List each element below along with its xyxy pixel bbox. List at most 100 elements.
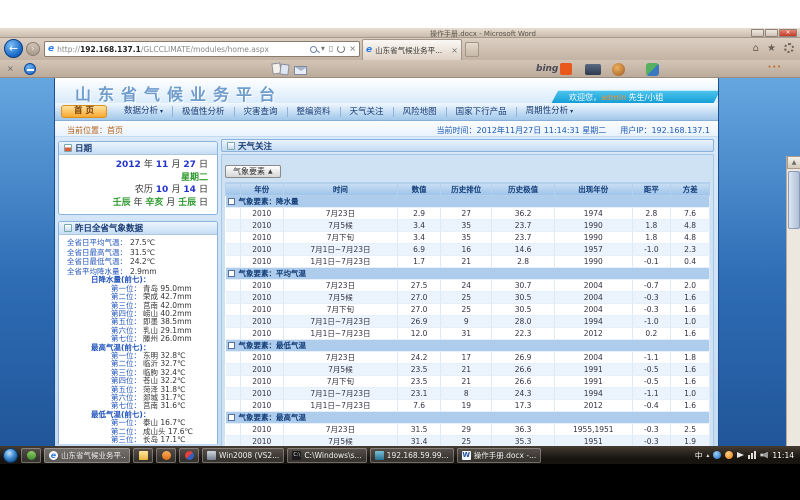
clock[interactable]: 11:14	[772, 451, 794, 460]
table-cell: 7月5候	[284, 436, 398, 447]
tab-title[interactable]: 山东省气候业务平...	[375, 45, 448, 56]
table-cell: 27	[441, 208, 492, 220]
search-icon[interactable]	[310, 46, 317, 53]
table-cell: 24.3	[492, 388, 555, 400]
home-icon[interactable]: ⌂	[753, 43, 759, 55]
address-bar[interactable]: e http://192.168.137.1/GLCCLIMATE/module…	[44, 41, 360, 57]
compatibility-icon[interactable]: ▯	[329, 45, 333, 53]
nav-item-3[interactable]: 极值性分析	[173, 107, 235, 117]
back-button[interactable]: ←	[4, 39, 23, 58]
system-tray: 中 ▴ 11:14	[695, 450, 797, 461]
tab-close-icon[interactable]: ×	[451, 46, 458, 55]
close-button[interactable]: ×	[779, 29, 797, 37]
taskbar-rdp-window[interactable]: 192.168.59.99...	[370, 448, 454, 463]
camera-addon-icon[interactable]	[585, 64, 601, 75]
toolbar-close-icon[interactable]: ×	[7, 64, 14, 73]
date-segment: 月	[163, 198, 178, 208]
show-hidden-icons-icon[interactable]: ▴	[706, 452, 709, 459]
start-button[interactable]	[3, 448, 18, 463]
action-center-flag-icon[interactable]	[737, 452, 744, 458]
nav-item-2[interactable]: 数据分析▾	[115, 106, 173, 117]
table-cell: 31.5	[397, 424, 441, 436]
element-filter-button[interactable]: 气象要素▲	[225, 165, 281, 178]
taskbar-shield-icon[interactable]	[21, 448, 41, 463]
taskbar-ie-window[interactable]: e山东省气候业务平...	[44, 448, 130, 463]
table-cell: -0.7	[632, 280, 671, 292]
table-cell: 35.3	[492, 436, 555, 447]
nav-item-8[interactable]: 国家下行产品	[447, 107, 517, 117]
table-cell	[226, 364, 241, 376]
tools-gear-icon[interactable]	[784, 43, 794, 53]
paw-addon-icon[interactable]	[612, 63, 625, 76]
nav-item-6[interactable]: 天气关注	[341, 107, 394, 117]
forward-button[interactable]: ›	[26, 42, 40, 56]
group-checkbox[interactable]	[228, 342, 235, 349]
maximize-button[interactable]	[765, 29, 778, 37]
table-row: 20101月1日~7月23日12.03122.320120.21.6	[226, 328, 710, 340]
group-cell: 气象要素：最高气温	[226, 412, 710, 424]
url-text[interactable]: http://192.168.137.1/GLCCLIMATE/modules/…	[57, 45, 269, 54]
page-viewport: 山东省气候业务平台 欢迎您，admin 先生/小姐 首 页数据分析▾极值性分析灾…	[0, 78, 800, 446]
date-segment: 月	[171, 160, 183, 170]
volume-icon[interactable]	[760, 452, 768, 459]
date-segment: 11	[156, 160, 172, 170]
nav-item-5[interactable]: 整编资料	[288, 107, 341, 117]
globe-addon-icon[interactable]	[646, 63, 659, 76]
group-checkbox[interactable]	[228, 270, 235, 277]
network-icon[interactable]	[748, 451, 756, 459]
taskbar-app-media-icon[interactable]	[179, 448, 199, 463]
taskbar-button-label: Win2008 (VS2...	[219, 451, 279, 460]
new-tab-button[interactable]	[465, 42, 479, 57]
letterbox-top	[0, 0, 800, 28]
rank-label: 第四位：	[111, 444, 141, 445]
panel-icon	[227, 142, 235, 150]
minimize-button[interactable]	[751, 29, 764, 37]
nav-item-7[interactable]: 风险地图	[394, 107, 447, 117]
nav-item-4[interactable]: 灾害查询	[235, 107, 288, 117]
group-label: 气象要素：平均气温	[239, 269, 307, 278]
browser-tab[interactable]: e 山东省气候业务平... ×	[362, 39, 462, 60]
stat-label: 全省日最低气温：	[67, 257, 127, 266]
table-cell: 25	[441, 292, 492, 304]
nav-item-9[interactable]: 周期性分析▾	[517, 106, 583, 117]
mail-icon[interactable]	[294, 66, 307, 75]
favorites-star-icon[interactable]: ★	[767, 43, 776, 55]
bing-logo[interactable]: bing	[536, 64, 558, 74]
toolbar-logo-icon[interactable]	[24, 63, 36, 75]
autocomplete-dropdown-icon[interactable]: ▾	[321, 45, 325, 53]
group-checkbox[interactable]	[228, 414, 235, 421]
tray-app-blue-icon[interactable]	[713, 451, 721, 459]
rank-value: 蓬莱 19.0℃	[143, 444, 186, 445]
weather-panel-header: 昨日全省气象数据	[59, 222, 217, 235]
refresh-icon[interactable]	[337, 45, 345, 53]
table-cell	[226, 328, 241, 340]
language-indicator[interactable]: 中	[695, 450, 703, 461]
table-cell	[226, 400, 241, 412]
table-cell: 7月23日	[284, 352, 398, 364]
stop-icon[interactable]: ×	[349, 45, 356, 53]
table-cell: 23.5	[397, 364, 441, 376]
cards-icon-2[interactable]	[279, 63, 289, 75]
scroll-up-icon[interactable]: ▲	[787, 156, 800, 169]
bing-box-icon[interactable]	[560, 63, 572, 75]
table-cell: -0.3	[632, 436, 671, 447]
taskbar-console-window[interactable]: C:\C:\Windows\s...	[287, 448, 366, 463]
table-cell: 2010	[240, 304, 284, 316]
taskbar-vm-window[interactable]: Win2008 (VS2...	[202, 448, 284, 463]
group-checkbox[interactable]	[228, 198, 235, 205]
scrollbar-thumb[interactable]	[788, 171, 800, 229]
tray-app-orange-icon[interactable]	[725, 451, 733, 459]
table-cell: 1月1日~7月23日	[284, 400, 398, 412]
taskbar-explorer-icon[interactable]	[133, 448, 153, 463]
ranking-item: 第五位：即墨 38.5mm	[67, 318, 215, 326]
table-row: 20107月23日2.92736.219742.87.6	[226, 208, 710, 220]
table-cell: 2010	[240, 436, 284, 447]
toolbar-overflow-icon[interactable]: ···	[768, 62, 782, 73]
ie-icon: e	[49, 451, 58, 460]
background-word-titlebar[interactable]: 操作手册.docx - Microsoft Word ×	[0, 28, 800, 38]
taskbar-app-orange-icon[interactable]	[156, 448, 176, 463]
browser-scrollbar[interactable]: ▲ ▼	[786, 156, 800, 446]
table-cell: -1.0	[632, 244, 671, 256]
nav-item-1[interactable]: 首 页	[61, 105, 107, 118]
taskbar-word-window[interactable]: W操作手册.docx -...	[457, 448, 542, 463]
